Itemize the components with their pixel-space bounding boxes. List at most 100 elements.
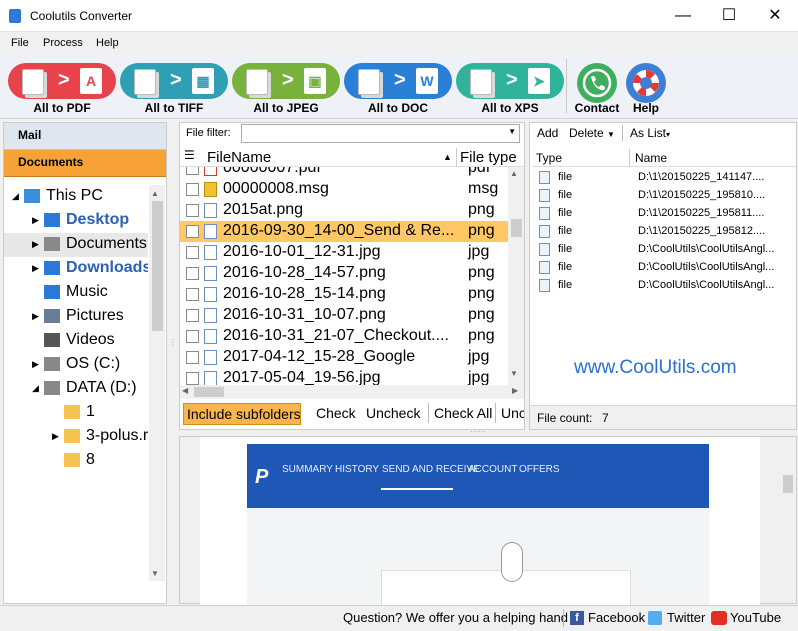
- all-to-doc-button[interactable]: > W All to DOC: [344, 59, 452, 115]
- check-button[interactable]: Check: [316, 405, 356, 421]
- splitter-grip[interactable]: ⋮: [169, 339, 177, 360]
- tree-scrollbar[interactable]: ▲ ▼: [149, 185, 165, 581]
- tree-item[interactable]: ▶ 3-polus.ru: [4, 425, 148, 449]
- tree-item[interactable]: Videos: [4, 329, 148, 353]
- delete-button[interactable]: Delete ▼: [569, 126, 615, 140]
- all-to-pdf-button[interactable]: > A All to PDF: [8, 59, 116, 115]
- file-checkbox[interactable]: [186, 288, 199, 301]
- expand-icon[interactable]: ▶: [32, 239, 39, 250]
- twitter-icon[interactable]: [648, 611, 662, 625]
- website-link[interactable]: www.CoolUtils.com: [574, 357, 737, 379]
- tree-item[interactable]: 1: [4, 401, 148, 425]
- twitter-link[interactable]: Twitter: [667, 610, 705, 625]
- file-checkbox[interactable]: [186, 167, 199, 175]
- as-list-button[interactable]: As List▾: [630, 126, 670, 140]
- file-row[interactable]: 2016-10-01_12-31.jpg jpg: [180, 242, 508, 263]
- youtube-icon[interactable]: [711, 611, 727, 625]
- tree-item[interactable]: Music: [4, 281, 148, 305]
- tree-item[interactable]: 8: [4, 449, 148, 473]
- output-row[interactable]: file D:\CoolUtils\CoolUtilsAngl...: [530, 241, 798, 259]
- file-checkbox[interactable]: [186, 351, 199, 364]
- file-count-value: 7: [602, 411, 609, 425]
- file-checkbox[interactable]: [186, 225, 199, 238]
- output-row[interactable]: file D:\1\20150225_195810....: [530, 187, 798, 205]
- file-checkbox[interactable]: [186, 246, 199, 259]
- menu-file[interactable]: File: [11, 37, 29, 49]
- file-row[interactable]: 2016-09-30_14-00_Send & Re... png: [180, 221, 508, 242]
- file-row[interactable]: 2015at.png png: [180, 200, 508, 221]
- contact-button[interactable]: Contact: [572, 59, 622, 115]
- file-row[interactable]: 2016-10-28_14-57.png png: [180, 263, 508, 284]
- expand-icon[interactable]: ◢: [32, 383, 39, 394]
- tree-item[interactable]: ▶ Downloads: [4, 257, 148, 281]
- file-scroll-thumb[interactable]: [511, 219, 522, 237]
- file-checkbox[interactable]: [186, 309, 199, 322]
- tree-scroll-thumb[interactable]: [152, 201, 163, 331]
- check-all-button[interactable]: Check All: [434, 405, 492, 421]
- file-checkbox[interactable]: [186, 204, 199, 217]
- file-h-scrollbar[interactable]: ◀ ▶: [180, 385, 524, 399]
- uncheck-all-button[interactable]: Uncheck All: [501, 405, 524, 421]
- file-filter-input[interactable]: ▼: [241, 124, 520, 143]
- maximize-button[interactable]: ☐: [706, 0, 752, 32]
- add-button[interactable]: Add: [537, 126, 558, 140]
- col-filetype[interactable]: File type: [460, 149, 517, 166]
- close-button[interactable]: ✕: [752, 0, 798, 32]
- tree-item[interactable]: ▶ Desktop: [4, 209, 148, 233]
- file-row[interactable]: 2016-10-28_15-14.png png: [180, 284, 508, 305]
- file-checkbox[interactable]: [186, 267, 199, 280]
- expand-icon[interactable]: ▶: [32, 215, 39, 226]
- tree-item[interactable]: ▶ OS (C:): [4, 353, 148, 377]
- minimize-button[interactable]: —: [660, 0, 706, 32]
- file-list-scrollbar[interactable]: ▲ ▼: [508, 167, 524, 385]
- file-row[interactable]: 00000008.msg msg: [180, 179, 508, 200]
- menu-help[interactable]: Help: [96, 37, 119, 49]
- dropdown-arrow-icon[interactable]: ▼: [508, 127, 516, 136]
- output-list: file D:\1\20150225_141147.... file D:\1\201…: [530, 169, 796, 299]
- output-row[interactable]: file D:\CoolUtils\CoolUtilsAngl...: [530, 259, 798, 277]
- file-checkbox[interactable]: [186, 372, 199, 385]
- file-row[interactable]: 2016-10-31_21-07_Checkout.... png: [180, 326, 508, 347]
- file-row[interactable]: 00000007.pdf pdf: [180, 167, 508, 179]
- file-row[interactable]: 2016-10-31_10-07.png png: [180, 305, 508, 326]
- folder-tree: ◢ This PC ▶ Desktop ▶ Documents ▶ Downloads Musi…: [4, 185, 148, 585]
- tree-item[interactable]: ◢ DATA (D:): [4, 377, 148, 401]
- file-row[interactable]: 2017-05-04_19-56.jpg jpg: [180, 368, 508, 385]
- output-row[interactable]: file D:\CoolUtils\CoolUtilsAngl...: [530, 277, 798, 295]
- expand-icon[interactable]: ▶: [32, 263, 39, 274]
- all-to-jpeg-button[interactable]: > ▣ All to JPEG: [232, 59, 340, 115]
- output-row[interactable]: file D:\1\20150225_195812....: [530, 223, 798, 241]
- preview-scrollbar[interactable]: [780, 437, 796, 603]
- facebook-link[interactable]: Facebook: [588, 610, 645, 625]
- facebook-icon[interactable]: f: [570, 611, 584, 625]
- include-subfolders-button[interactable]: Include subfolders: [183, 403, 301, 425]
- convert-label: All to XPS: [481, 101, 539, 115]
- nav-mail[interactable]: Mail: [4, 123, 166, 150]
- expand-icon[interactable]: ▶: [52, 431, 59, 442]
- help-button[interactable]: Help: [624, 59, 668, 115]
- youtube-link[interactable]: YouTube: [730, 610, 781, 625]
- tree-item[interactable]: ◢ This PC: [4, 185, 148, 209]
- dropdown-arrow-icon: ▼: [607, 130, 615, 139]
- col-filename[interactable]: FileName: [207, 149, 271, 166]
- file-name: 2016-10-28_15-14.png: [223, 285, 386, 302]
- all-to-xps-button[interactable]: > ➤ All to XPS: [456, 59, 564, 115]
- tree-item[interactable]: ▶ Documents: [4, 233, 148, 257]
- file-checkbox[interactable]: [186, 183, 199, 196]
- col-menu-icon[interactable]: ☰: [184, 148, 195, 162]
- expand-icon[interactable]: ▶: [32, 359, 39, 370]
- expand-icon[interactable]: ▶: [32, 311, 39, 322]
- menu-process[interactable]: Process: [43, 37, 83, 49]
- file-row[interactable]: 2017-04-12_15-28_Google jpg: [180, 347, 508, 368]
- file-checkbox[interactable]: [186, 330, 199, 343]
- tree-item[interactable]: ▶ Pictures: [4, 305, 148, 329]
- output-row[interactable]: file D:\1\20150225_195811....: [530, 205, 798, 223]
- output-type: file: [558, 207, 573, 219]
- output-row[interactable]: file D:\1\20150225_141147....: [530, 169, 798, 187]
- nav-documents[interactable]: Documents: [4, 150, 166, 177]
- col-name[interactable]: Name: [635, 151, 667, 165]
- all-to-tiff-button[interactable]: > ▦ All to TIFF: [120, 59, 228, 115]
- col-type[interactable]: Type: [536, 151, 562, 165]
- uncheck-button[interactable]: Uncheck: [366, 405, 420, 421]
- expand-icon[interactable]: ◢: [12, 191, 19, 202]
